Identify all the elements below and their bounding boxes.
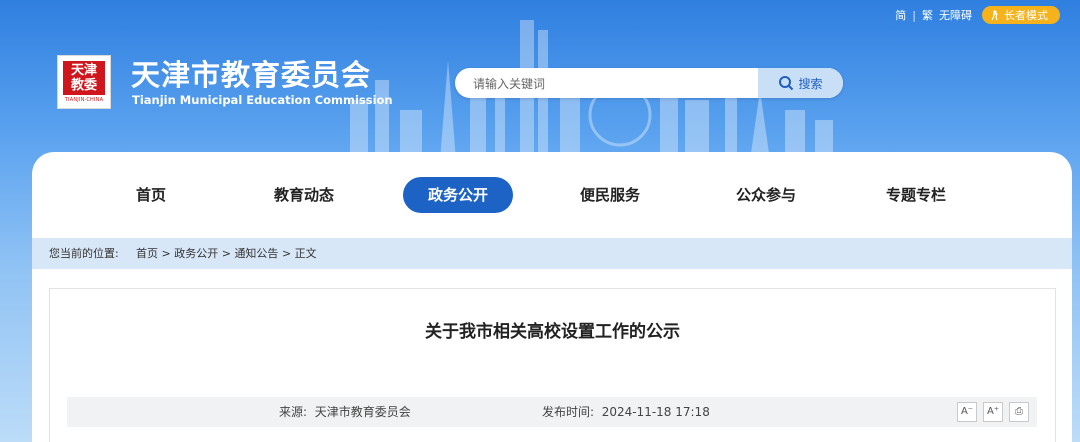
page: 简 | 繁 无障碍 长者模式 天津 教委 TIANJIN·CHINA 天津市教育… xyxy=(0,0,1080,442)
site-logo[interactable]: 天津 教委 TIANJIN·CHINA xyxy=(57,55,111,109)
breadcrumb-item-notices[interactable]: 通知公告 xyxy=(234,247,278,260)
breadcrumb-item-home[interactable]: 首页 xyxy=(136,247,158,260)
accessibility-link[interactable]: 无障碍 xyxy=(939,7,972,23)
traditional-chinese-link[interactable]: 繁 xyxy=(922,7,933,23)
search-button[interactable]: 搜索 xyxy=(758,68,843,98)
utility-separator: | xyxy=(912,8,916,22)
article-meta-bar: 来源: 天津市教育委员会 发布时间: 2024-11-18 17:18 A⁻ A… xyxy=(67,397,1037,427)
search-icon xyxy=(779,76,794,91)
logo-seal: 天津 教委 xyxy=(63,61,105,95)
utility-bar: 简 | 繁 无障碍 长者模式 xyxy=(895,6,1060,24)
article-date: 发布时间: 2024-11-18 17:18 xyxy=(542,397,710,427)
site-subtitle: Tianjin Municipal Education Commission xyxy=(132,93,393,107)
breadcrumb-label: 您当前的位置: xyxy=(49,247,119,260)
nav-item-government-affairs[interactable]: 政务公开 xyxy=(403,177,513,213)
article-source: 来源: 天津市教育委员会 xyxy=(279,397,411,427)
nav-item-education-news[interactable]: 教育动态 xyxy=(264,177,344,213)
increase-font-icon[interactable]: A⁺ xyxy=(983,402,1003,422)
nav-item-convenience-services[interactable]: 便民服务 xyxy=(570,177,650,213)
search-bar: 搜索 xyxy=(455,68,843,98)
search-input[interactable] xyxy=(471,73,745,95)
decrease-font-icon[interactable]: A⁻ xyxy=(957,402,977,422)
elder-mode-label: 长者模式 xyxy=(1004,9,1048,22)
breadcrumb-separator: > xyxy=(281,247,292,260)
date-label: 发布时间: xyxy=(542,405,595,419)
article-title: 关于我市相关高校设置工作的公示 xyxy=(425,322,680,342)
print-icon[interactable]: ⎙ xyxy=(1009,402,1029,422)
article-panel: 关于我市相关高校设置工作的公示 来源: 天津市教育委员会 发布时间: 2024-… xyxy=(49,288,1056,442)
elder-person-icon xyxy=(991,9,998,20)
main-nav: 首页 教育动态 政务公开 便民服务 公众参与 专题专栏 xyxy=(32,152,1072,238)
source-label: 来源: xyxy=(279,405,308,419)
article-tools: A⁻ A⁺ ⎙ xyxy=(957,402,1029,422)
search-button-label: 搜索 xyxy=(798,76,823,91)
breadcrumb-separator: > xyxy=(221,247,231,260)
breadcrumb: 您当前的位置: 首页 > 政务公开 > 通知公告 > 正文 xyxy=(32,238,1072,269)
nav-item-public-participation[interactable]: 公众参与 xyxy=(726,177,806,213)
nav-item-home[interactable]: 首页 xyxy=(120,177,182,213)
elder-mode-button[interactable]: 长者模式 xyxy=(982,6,1060,24)
breadcrumb-item-current: 正文 xyxy=(294,247,317,260)
breadcrumb-item-government-affairs[interactable]: 政务公开 xyxy=(174,247,218,260)
breadcrumb-separator: > xyxy=(161,247,171,260)
site-title[interactable]: 天津市教育委员会 xyxy=(131,52,371,94)
logo-caption: TIANJIN·CHINA xyxy=(64,97,104,103)
simplified-chinese-link[interactable]: 简 xyxy=(895,7,906,23)
date-value: 2024-11-18 17:18 xyxy=(601,405,710,419)
nav-item-special-topics[interactable]: 专题专栏 xyxy=(876,177,956,213)
source-value: 天津市教育委员会 xyxy=(314,405,411,419)
main-content-card: 首页 教育动态 政务公开 便民服务 公众参与 专题专栏 您当前的位置: 首页 >… xyxy=(32,152,1072,442)
breadcrumb-trail: 首页 > 政务公开 > 通知公告 > 正文 xyxy=(136,238,317,269)
